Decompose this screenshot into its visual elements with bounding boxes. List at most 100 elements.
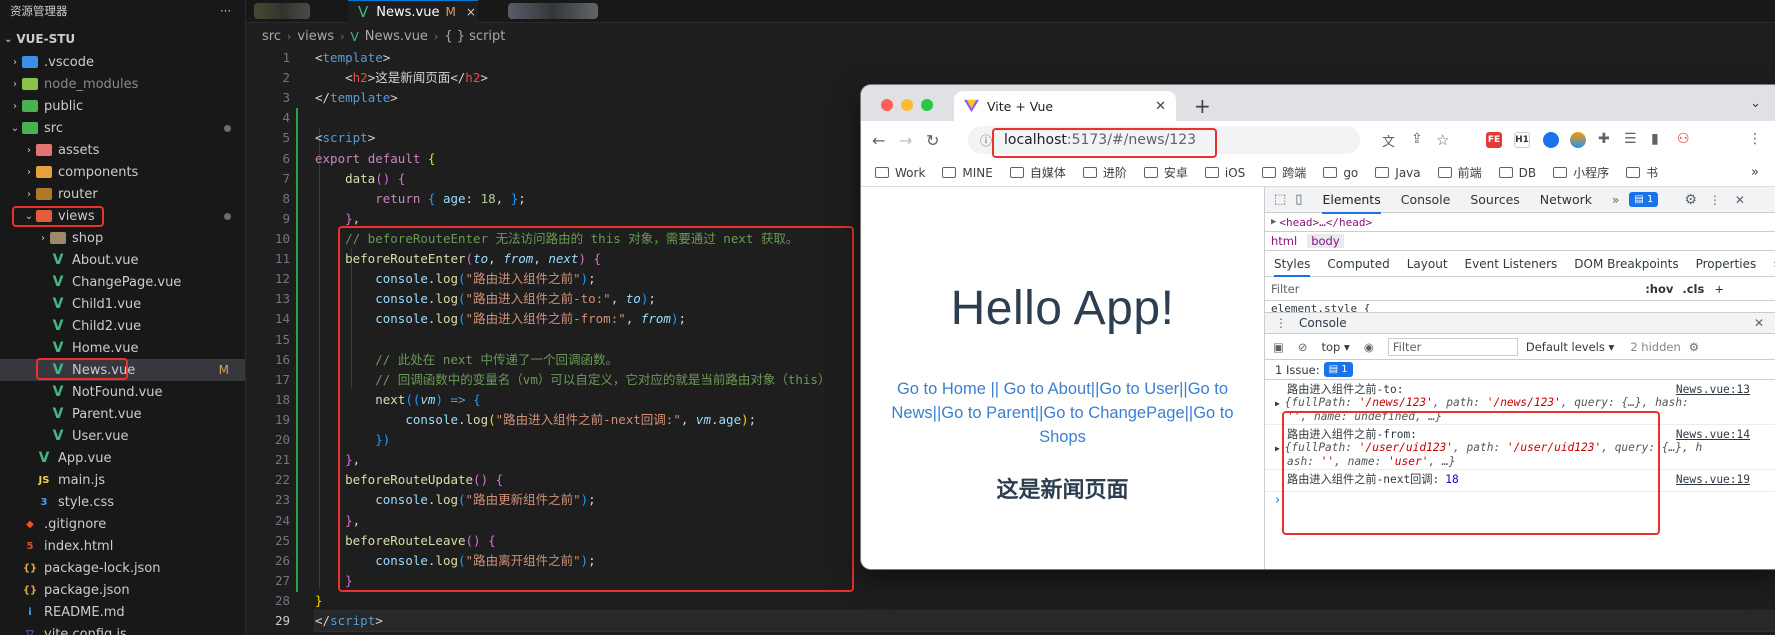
close-drawer-icon[interactable]: ✕ — [1754, 316, 1764, 330]
bookmark-item[interactable]: iOS — [1204, 166, 1245, 180]
console-source-link[interactable]: News.vue:19 — [1676, 473, 1750, 486]
settings-gear-icon[interactable]: ⚙ — [1684, 192, 1697, 208]
breadcrumb-item[interactable]: { } script — [444, 29, 505, 44]
back-icon[interactable]: ← — [872, 131, 885, 150]
site-info-icon[interactable]: ⓘ — [980, 132, 992, 149]
file-tree-item[interactable]: V ChangePage.vue — [0, 271, 245, 293]
file-tree-item[interactable]: {} package-lock.json — [0, 557, 245, 579]
console-filter-input[interactable]: Filter — [1387, 337, 1518, 356]
new-style-rule-icon[interactable]: + — [1714, 282, 1724, 296]
file-tree-item[interactable]: › node_modules — [0, 73, 245, 95]
file-tree-item[interactable]: i README.md — [0, 601, 245, 623]
styles-subtab[interactable]: Layout — [1407, 257, 1448, 271]
devtools-tab-elements[interactable]: Elements — [1322, 192, 1381, 214]
nav-links[interactable]: Go to Home || Go to About||Go to User||G… — [887, 377, 1239, 449]
bookmark-star-icon[interactable]: ☆ — [1436, 131, 1449, 149]
file-tree-item[interactable]: › router — [0, 183, 245, 205]
device-toolbar-icon[interactable]: ▯ — [1295, 192, 1302, 207]
close-window-button[interactable] — [881, 99, 893, 111]
bookmark-item[interactable]: 自媒体 — [1009, 164, 1066, 181]
sidebar-toggle-icon[interactable]: ▣ — [1273, 340, 1284, 354]
log-levels-dropdown[interactable]: Default levels ▾ — [1526, 340, 1614, 354]
side-panel-icon[interactable]: ▮ — [1651, 131, 1659, 147]
code-line[interactable]: <template> — [315, 48, 1775, 68]
close-tab-icon[interactable]: ✕ — [1155, 99, 1166, 114]
styles-filter-input[interactable]: Filter — [1271, 282, 1645, 296]
bookmark-item[interactable]: Work — [875, 166, 925, 180]
bookmark-item[interactable]: 前端 — [1437, 164, 1482, 181]
hov-toggle[interactable]: :hov — [1645, 282, 1673, 296]
expand-object-icon[interactable]: ▶ — [1275, 444, 1285, 453]
file-tree-item[interactable]: › components — [0, 161, 245, 183]
file-tree-item[interactable]: V User.vue — [0, 425, 245, 447]
forward-icon[interactable]: → — [899, 131, 912, 150]
drawer-menu-icon[interactable]: ⋮ — [1275, 316, 1287, 330]
file-tree-item[interactable]: V Child1.vue — [0, 293, 245, 315]
file-tree-item[interactable]: › public — [0, 95, 245, 117]
styles-subtab[interactable]: Event Listeners — [1465, 257, 1558, 271]
maximize-window-button[interactable] — [921, 99, 933, 111]
file-tree-item[interactable]: 5 index.html — [0, 535, 245, 557]
console-message[interactable]: 路由进入组件之前-next回调: 18 News.vue:19 — [1265, 470, 1775, 492]
reload-icon[interactable]: ↻ — [926, 131, 939, 150]
file-tree-item[interactable]: V Home.vue — [0, 337, 245, 359]
puzzle-extensions-icon[interactable]: ✚ — [1598, 131, 1610, 147]
tab-news-vue[interactable]: V News.vue M × — [348, 0, 478, 23]
file-tree-item[interactable]: JS main.js — [0, 469, 245, 491]
profile-icon[interactable]: ⚇ — [1677, 131, 1690, 147]
expand-object-icon[interactable]: ▶ — [1275, 399, 1285, 408]
file-tree-item[interactable]: › .vscode — [0, 51, 245, 73]
code-line[interactable]: } — [315, 571, 1775, 591]
breadcrumb-item[interactable]: News.vue — [365, 29, 428, 44]
close-devtools-icon[interactable]: ✕ — [1735, 193, 1745, 207]
console-source-link[interactable]: News.vue:14 — [1676, 428, 1750, 441]
bookmark-item[interactable]: MINE — [942, 166, 993, 180]
project-root[interactable]: ⌄ VUE-STU — [0, 27, 245, 51]
breadcrumb-item[interactable]: src — [262, 29, 281, 44]
h1-extension-icon[interactable]: H1 — [1514, 132, 1530, 148]
devtools-tab-console[interactable]: Console — [1401, 192, 1451, 207]
minimize-window-button[interactable] — [901, 99, 913, 111]
cls-toggle[interactable]: .cls — [1682, 282, 1704, 296]
file-tree-item[interactable]: V App.vue — [0, 447, 245, 469]
address-bar[interactable]: ⓘ localhost:5173/#/news/123 — [968, 126, 1360, 154]
console-prompt[interactable]: › — [1275, 493, 1280, 508]
styles-subtab[interactable]: Styles — [1274, 257, 1311, 277]
translate-icon[interactable]: 文 — [1382, 131, 1395, 150]
file-tree-item[interactable]: ⌄ views — [0, 205, 245, 227]
file-tree-item[interactable]: V About.vue — [0, 249, 245, 271]
styles-subtab[interactable]: DOM Breakpoints — [1574, 257, 1678, 271]
explorer-more-icon[interactable]: ··· — [220, 4, 231, 18]
live-expression-eye-icon[interactable]: ◉ — [1364, 340, 1374, 354]
devtools-tab-network[interactable]: Network — [1540, 192, 1592, 207]
bookmarks-more-icon[interactable]: » — [1751, 165, 1759, 180]
console-message[interactable]: 路由进入组件之前-to: ▶ {fullPath: '/news/123', pa… — [1265, 380, 1775, 425]
file-tree-item[interactable]: {} package.json — [0, 579, 245, 601]
more-menu-icon[interactable]: ⋮ — [1748, 131, 1762, 147]
console-message[interactable]: 路由进入组件之前-from: ▶ {fullPath: '/user/uid123… — [1265, 425, 1775, 470]
new-tab-button[interactable]: + — [1194, 94, 1211, 118]
file-tree-item[interactable]: ◆ .gitignore — [0, 513, 245, 535]
bookmark-item[interactable]: go — [1323, 166, 1358, 180]
devtools-menu-icon[interactable]: ⋮ — [1709, 193, 1721, 207]
console-drawer-title[interactable]: Console — [1299, 316, 1754, 330]
issues-badge[interactable]: ▤ 1 — [1629, 192, 1659, 207]
file-tree-item[interactable]: V News.vue M — [0, 359, 245, 381]
circle-extension-icon[interactable] — [1543, 132, 1559, 148]
reading-list-icon[interactable]: ☰ — [1624, 131, 1637, 147]
file-tree-item[interactable]: › shop — [0, 227, 245, 249]
clear-console-icon[interactable]: ⊘ — [1298, 340, 1308, 354]
dom-tree-head[interactable]: ▶ <head>…</head> — [1265, 213, 1775, 231]
file-tree-item[interactable]: V Parent.vue — [0, 403, 245, 425]
bookmark-item[interactable]: 进阶 — [1082, 164, 1127, 181]
bookmark-item[interactable]: 安卓 — [1143, 164, 1188, 181]
file-tree-item[interactable]: 3 style.css — [0, 491, 245, 513]
tab-search-icon[interactable]: ⌄ — [1750, 96, 1761, 111]
bookmark-item[interactable]: 书 — [1626, 164, 1658, 181]
code-line[interactable]: } — [315, 591, 1775, 611]
browser-tab[interactable]: Vite + Vue ✕ — [954, 91, 1176, 121]
share-icon[interactable]: ⇪ — [1411, 131, 1423, 147]
close-icon[interactable]: × — [466, 5, 476, 19]
bookmark-item[interactable]: 小程序 — [1553, 164, 1609, 181]
styles-subtab[interactable]: Properties — [1696, 257, 1757, 271]
